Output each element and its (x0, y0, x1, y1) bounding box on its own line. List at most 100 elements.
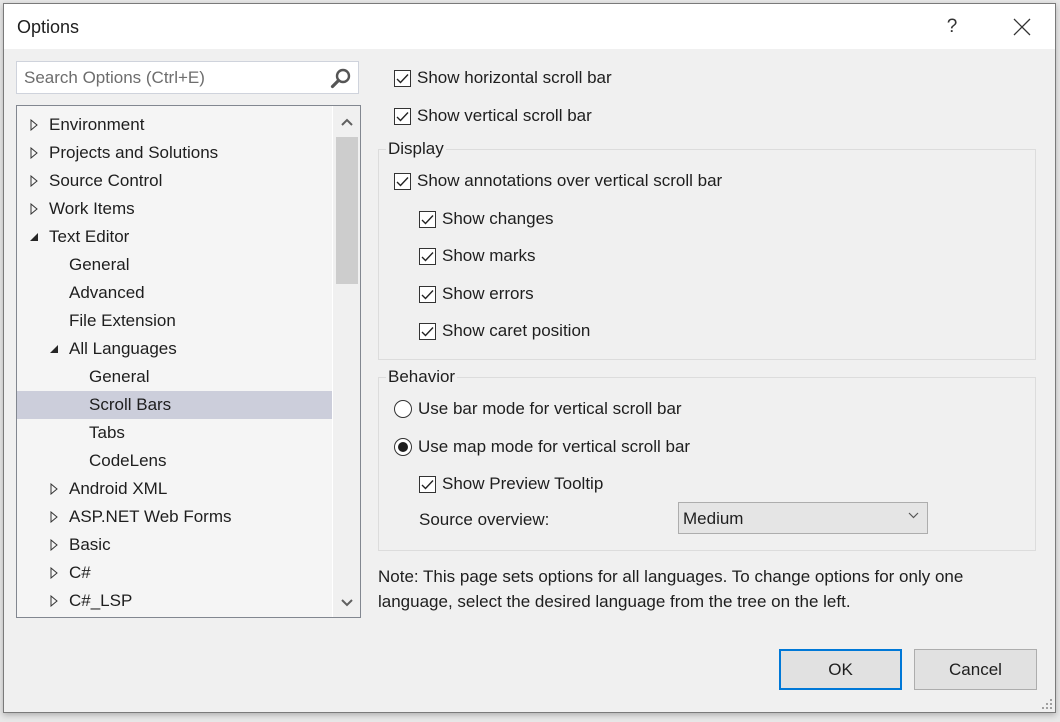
expand-arrow-icon[interactable] (27, 119, 41, 131)
tree-item-label: Source Control (49, 171, 163, 190)
bar-mode-radio[interactable]: Use bar mode for vertical scroll bar (394, 397, 682, 421)
show-errors-checkbox[interactable]: Show errors (419, 282, 534, 306)
expand-arrow-icon[interactable] (47, 483, 61, 495)
expand-arrow-icon[interactable] (47, 567, 61, 579)
cancel-button[interactable]: Cancel (914, 649, 1037, 690)
source-overview-dropdown[interactable]: Medium (678, 502, 928, 534)
scroll-down-button[interactable] (333, 591, 360, 615)
radio-circle[interactable] (394, 400, 412, 418)
tree-item[interactable]: C# (17, 559, 333, 587)
tree-scrollbar[interactable] (332, 106, 360, 617)
checkmark-icon (421, 214, 434, 225)
tree-item-label: Environment (49, 115, 145, 134)
search-icon[interactable] (330, 67, 352, 89)
tree-item[interactable]: ASP.NET Web Forms (17, 503, 333, 531)
checkbox-box[interactable] (419, 475, 436, 493)
checkbox-label: Show Preview Tooltip (442, 474, 604, 493)
checkbox-box[interactable] (394, 172, 411, 190)
expand-arrow-icon[interactable] (27, 175, 41, 187)
chevron-down-icon (340, 599, 353, 607)
expand-arrow-icon[interactable] (27, 203, 41, 215)
checkbox-box[interactable] (419, 322, 436, 340)
tree-item[interactable]: Projects and Solutions (17, 139, 333, 167)
show-changes-checkbox[interactable]: Show changes (419, 207, 554, 231)
tree-item[interactable]: Text Editor (17, 223, 333, 251)
tree-item-label: File Extension (69, 311, 176, 330)
options-dialog: Options ? Environment Projects and Soluti… (3, 3, 1056, 713)
source-overview-label: Source overview: (419, 510, 550, 529)
checkbox-label: Show vertical scroll bar (417, 106, 592, 125)
ok-button[interactable]: OK (779, 649, 902, 690)
expand-arrow-icon[interactable] (47, 595, 61, 607)
tree-item[interactable]: General (17, 251, 333, 279)
options-tree: Environment Projects and Solutions Source … (16, 105, 361, 618)
tree-item[interactable]: Source Control (17, 167, 333, 195)
tree-item[interactable]: Scroll Bars (17, 391, 333, 419)
tree-item[interactable]: Work Items (17, 195, 333, 223)
tree-item[interactable]: Basic (17, 531, 333, 559)
close-button[interactable] (1000, 10, 1044, 44)
tree-item[interactable]: CodeLens (17, 447, 333, 475)
behavior-group-title: Behavior (386, 367, 458, 387)
tree-item-label: CodeLens (89, 451, 167, 470)
chevron-up-icon (340, 118, 353, 126)
checkbox-label: Show horizontal scroll bar (417, 68, 612, 87)
tree-item[interactable]: Android XML (17, 475, 333, 503)
collapse-arrow-icon[interactable] (47, 344, 61, 354)
checkbox-box[interactable] (419, 285, 436, 303)
checkmark-icon (421, 479, 434, 490)
window-title: Options (17, 17, 80, 37)
expand-arrow-icon[interactable] (27, 147, 41, 159)
tree-item[interactable]: C#_LSP (17, 587, 333, 615)
checkmark-icon (396, 73, 409, 84)
source-overview-value: Medium (683, 509, 744, 528)
checkbox-label: Show marks (442, 246, 536, 265)
tree-item[interactable]: File Extension (17, 307, 333, 335)
show-horizontal-scrollbar-checkbox[interactable]: Show horizontal scroll bar (394, 66, 612, 90)
tree-item[interactable]: All Languages (17, 335, 333, 363)
radio-label: Use bar mode for vertical scroll bar (418, 399, 682, 418)
tree-item[interactable]: Tabs (17, 419, 333, 447)
checkbox-box[interactable] (394, 107, 411, 125)
tree-item-label: ASP.NET Web Forms (69, 507, 232, 526)
show-vertical-scrollbar-checkbox[interactable]: Show vertical scroll bar (394, 104, 592, 128)
tree-item-label: General (69, 255, 130, 274)
tree-item-label: Text Editor (49, 227, 130, 246)
tree-item-label: General (89, 367, 150, 386)
expand-arrow-icon[interactable] (47, 511, 61, 523)
tree-item[interactable]: General (17, 363, 333, 391)
scroll-thumb[interactable] (336, 137, 358, 284)
expand-arrow-icon[interactable] (47, 539, 61, 551)
map-mode-radio[interactable]: Use map mode for vertical scroll bar (394, 435, 690, 459)
checkmark-icon (421, 251, 434, 262)
resize-grip-icon[interactable] (1041, 698, 1053, 710)
checkbox-label: Show errors (442, 284, 534, 303)
display-group-title: Display (386, 139, 446, 159)
collapse-arrow-icon[interactable] (27, 232, 41, 242)
show-marks-checkbox[interactable]: Show marks (419, 244, 536, 268)
checkbox-label: Show annotations over vertical scroll ba… (417, 171, 723, 190)
search-box (16, 61, 359, 94)
help-button[interactable]: ? (932, 10, 972, 44)
show-annotations-checkbox[interactable]: Show annotations over vertical scroll ba… (394, 169, 722, 193)
search-input[interactable] (17, 62, 324, 93)
checkmark-icon (421, 289, 434, 300)
checkbox-box[interactable] (419, 210, 436, 228)
tree-item[interactable]: Advanced (17, 279, 333, 307)
checkmark-icon (396, 176, 409, 187)
tree-item[interactable]: Environment (17, 111, 333, 139)
show-caret-position-checkbox[interactable]: Show caret position (419, 319, 590, 343)
checkbox-box[interactable] (394, 69, 411, 87)
tree-item-label: Advanced (69, 283, 145, 302)
tree-item-label: Android XML (69, 479, 168, 498)
checkbox-box[interactable] (419, 247, 436, 265)
show-preview-tooltip-checkbox[interactable]: Show Preview Tooltip (419, 472, 603, 496)
radio-circle[interactable] (394, 438, 412, 456)
tree-item-label: Basic (69, 535, 111, 554)
checkmark-icon (421, 326, 434, 337)
checkmark-icon (396, 111, 409, 122)
tree-item-label: Work Items (49, 199, 135, 218)
tree-item-label: Tabs (89, 423, 125, 442)
scroll-up-button[interactable] (333, 110, 360, 134)
checkbox-label: Show changes (442, 209, 554, 228)
